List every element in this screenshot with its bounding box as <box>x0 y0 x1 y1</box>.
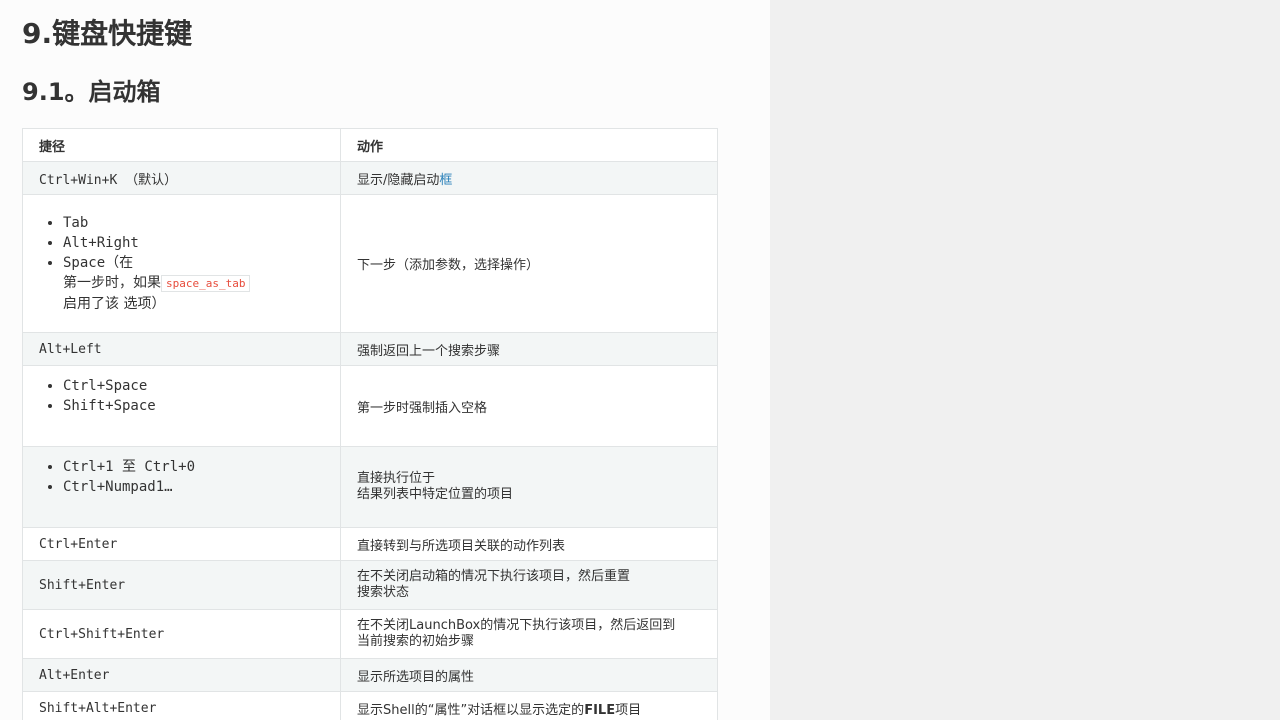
shortcut-cell: Ctrl+Win+K （默认） <box>22 161 341 195</box>
shortcut-item: Ctrl+Space <box>63 376 324 396</box>
shortcut-item: Tab <box>63 213 324 233</box>
action-text: 项目 <box>615 702 642 718</box>
action-cell: 第一步时强制插入空格 <box>340 365 718 447</box>
shortcut-item: Ctrl+1 至 Ctrl+0 <box>63 457 324 477</box>
shortcut-item: Space（在 第一步时，如果space_as_tab 启用了该 选项） <box>63 253 324 314</box>
table-row: Tab Alt+Right Space（在 第一步时，如果space_as_ta… <box>22 194 718 333</box>
action-cell: 显示/隐藏启动框 <box>340 161 718 195</box>
page-title: 9.键盘快捷键 <box>22 17 193 50</box>
action-line: 在不关闭LaunchBox的情况下执行该项目，然后返回到 <box>357 618 676 633</box>
shortcut-list: Ctrl+Space Shift+Space <box>39 376 324 416</box>
action-line: 直接执行位于 <box>357 471 436 486</box>
shortcut-cell: Alt+Left <box>22 332 341 366</box>
action-text: 显示/隐藏启动 <box>357 172 440 188</box>
shortcut-cell: Ctrl+Enter <box>22 527 341 561</box>
table-row: Ctrl+Shift+Enter 在不关闭LaunchBox的情况下执行该项目，… <box>22 609 718 659</box>
action-cell: 在不关闭启动箱的情况下执行该项目，然后重置 搜索状态 <box>340 560 718 610</box>
shortcut-item: Shift+Space <box>63 396 324 416</box>
action-cell: 下一步（添加参数，选择操作） <box>340 194 718 333</box>
table-row: Alt+Enter 显示所选项目的属性 <box>22 658 718 692</box>
action-line: 结果列表中特定位置的项目 <box>357 487 514 502</box>
action-line: 搜索状态 <box>357 585 410 600</box>
documentation-page: 9.键盘快捷键 9.1。启动箱 捷径 动作 Ctrl+Win+K （默认） 显示… <box>0 0 770 720</box>
action-cell: 直接转到与所选项目关联的动作列表 <box>340 527 718 561</box>
action-line: 在不关闭启动箱的情况下执行该项目，然后重置 <box>357 569 631 584</box>
header-action: 动作 <box>340 128 718 162</box>
space-note: 启用了该 选项） <box>63 296 166 312</box>
action-line: 当前搜索的初始步骤 <box>357 634 475 649</box>
space-key: Space <box>63 255 106 271</box>
table-row: Shift+Enter 在不关闭启动箱的情况下执行该项目，然后重置 搜索状态 <box>22 560 718 610</box>
launchbox-link[interactable]: 框 <box>439 173 452 188</box>
shortcut-item: Ctrl+Numpad1… <box>63 477 324 497</box>
action-cell: 强制返回上一个搜索步骤 <box>340 332 718 366</box>
space-note: （在 <box>105 255 134 271</box>
table-row: Ctrl+Enter 直接转到与所选项目关联的动作列表 <box>22 527 718 561</box>
page-gutter <box>770 0 1280 720</box>
shortcut-list: Tab Alt+Right Space（在 第一步时，如果space_as_ta… <box>39 213 324 314</box>
shortcut-cell: Ctrl+Space Shift+Space <box>22 365 341 447</box>
table-row: Ctrl+Space Shift+Space 第一步时强制插入空格 <box>22 365 718 447</box>
action-cell: 显示Shell的“属性”对话框以显示选定的FILE项目 <box>340 691 718 720</box>
table-row: Alt+Left 强制返回上一个搜索步骤 <box>22 332 718 366</box>
action-cell: 在不关闭LaunchBox的情况下执行该项目，然后返回到 当前搜索的初始步骤 <box>340 609 718 659</box>
shortcut-cell: Ctrl+Shift+Enter <box>22 609 341 659</box>
action-text: 显示Shell的“属性”对话框以显示选定的 <box>357 702 585 718</box>
table-row: Ctrl+Win+K （默认） 显示/隐藏启动框 <box>22 161 718 195</box>
inline-code: space_as_tab <box>161 275 251 292</box>
section-title: 9.1。启动箱 <box>22 78 161 106</box>
space-note: 第一步时，如果 <box>63 275 161 291</box>
shortcut-item: Alt+Right <box>63 233 324 253</box>
action-cell: 直接执行位于 结果列表中特定位置的项目 <box>340 446 718 528</box>
shortcut-cell: Tab Alt+Right Space（在 第一步时，如果space_as_ta… <box>22 194 341 333</box>
action-cell: 显示所选项目的属性 <box>340 658 718 692</box>
table-row: Ctrl+1 至 Ctrl+0 Ctrl+Numpad1… 直接执行位于 结果列… <box>22 446 718 528</box>
table-row: Shift+Alt+Enter 显示Shell的“属性”对话框以显示选定的FIL… <box>22 691 718 720</box>
shortcut-cell: Alt+Enter <box>22 658 341 692</box>
action-bold: FILE <box>584 702 616 718</box>
table-header-row: 捷径 动作 <box>22 128 718 162</box>
shortcut-cell: Ctrl+1 至 Ctrl+0 Ctrl+Numpad1… <box>22 446 341 528</box>
shortcut-cell: Shift+Enter <box>22 560 341 610</box>
shortcuts-table: 捷径 动作 Ctrl+Win+K （默认） 显示/隐藏启动框 Tab Alt+R… <box>22 128 718 720</box>
header-shortcut: 捷径 <box>22 128 341 162</box>
shortcut-list: Ctrl+1 至 Ctrl+0 Ctrl+Numpad1… <box>39 457 324 497</box>
shortcut-cell: Shift+Alt+Enter <box>22 691 341 720</box>
